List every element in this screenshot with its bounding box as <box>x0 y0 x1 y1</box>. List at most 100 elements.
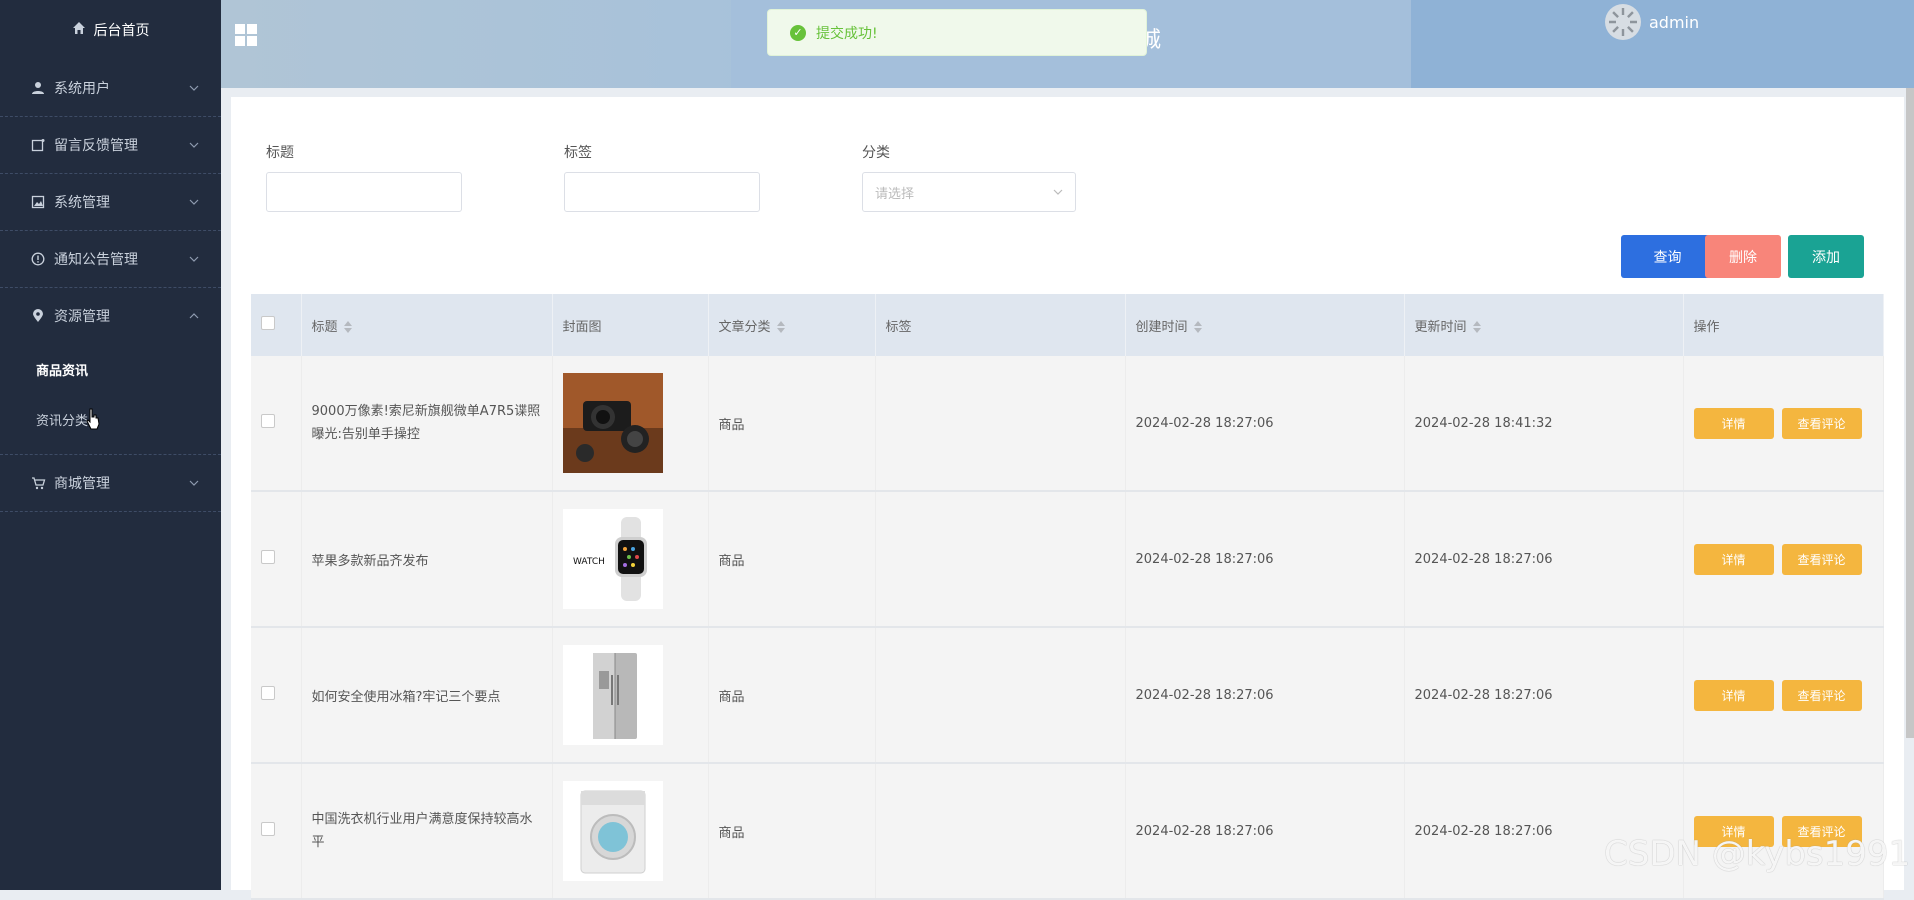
sidebar-submenu-resource: 商品资讯 资讯分类 <box>0 344 221 454</box>
sidebar-subitem-news-category[interactable]: 资讯分类 <box>0 394 221 444</box>
sidebar-item-notice[interactable]: 通知公告管理 <box>0 231 221 287</box>
col-category-label: 文章分类 <box>718 319 771 335</box>
user-menu[interactable]: admin <box>1605 4 1699 40</box>
col-created[interactable]: 创建时间 <box>1125 294 1405 356</box>
view-comments-button[interactable]: 查看评论 <box>1781 543 1862 575</box>
sidebar-item-label: 系统管理 <box>54 195 110 211</box>
row-checkbox[interactable] <box>261 686 275 700</box>
row-updated: 2024-02-28 18:27:06 <box>1404 627 1684 764</box>
select-all-cell[interactable] <box>251 294 302 356</box>
success-toast: ✓ 提交成功! <box>767 9 1147 56</box>
row-actions: 详情 查看评论 <box>1683 491 1884 628</box>
delete-button[interactable]: 删除 <box>1705 235 1781 278</box>
col-title-label: 标题 <box>311 319 338 335</box>
col-tags-label: 标签 <box>885 319 912 335</box>
row-created: 2024-02-28 18:27:06 <box>1125 356 1405 492</box>
chevron-down-icon <box>189 256 199 262</box>
hand-cursor-icon <box>86 408 100 430</box>
select-all-checkbox[interactable] <box>261 316 275 330</box>
camera-image <box>562 373 663 473</box>
table-row: 9000万像素!索尼新旗舰微单A7R5谍照曝光:告别单手操控 商品 2024-0… <box>251 356 1884 492</box>
row-category: 商品 <box>708 763 876 900</box>
row-select-cell[interactable] <box>251 356 302 492</box>
row-cover <box>552 763 709 900</box>
row-title: 如何安全使用冰箱?牢记三个要点 <box>301 627 553 764</box>
category-placeholder: 请选择 <box>875 186 915 202</box>
detail-button[interactable]: 详情 <box>1693 407 1774 439</box>
sort-icon[interactable] <box>343 321 352 333</box>
row-category: 商品 <box>708 356 876 492</box>
sidebar-home[interactable]: 后台首页 <box>0 0 221 60</box>
chevron-down-icon <box>189 199 199 205</box>
sidebar-group-feedback: 留言反馈管理 <box>0 117 221 174</box>
row-checkbox[interactable] <box>261 414 275 428</box>
view-comments-button[interactable]: 查看评论 <box>1781 407 1862 439</box>
sort-icon[interactable] <box>1193 321 1202 333</box>
sidebar-item-label: 留言反馈管理 <box>54 138 138 154</box>
sidebar-item-feedback[interactable]: 留言反馈管理 <box>0 117 221 173</box>
row-checkbox[interactable] <box>261 550 275 564</box>
sidebar-home-label: 后台首页 <box>93 23 150 39</box>
sidebar-item-mall[interactable]: 商城管理 <box>0 455 221 511</box>
col-title[interactable]: 标题 <box>301 294 553 356</box>
row-updated: 2024-02-28 18:41:32 <box>1404 356 1684 492</box>
user-icon <box>30 80 46 96</box>
tag-input[interactable] <box>564 172 760 212</box>
sidebar-item-label: 系统用户 <box>54 81 110 97</box>
col-category[interactable]: 文章分类 <box>708 294 876 356</box>
row-select-cell[interactable] <box>251 627 302 764</box>
sidebar-item-label: 资源管理 <box>54 309 110 325</box>
title-input[interactable] <box>266 172 462 212</box>
message-icon <box>30 137 46 153</box>
col-updated[interactable]: 更新时间 <box>1404 294 1684 356</box>
sidebar-item-system-users[interactable]: 系统用户 <box>0 60 221 116</box>
page-scrollbar[interactable] <box>1906 88 1914 738</box>
tag-filter-label: 标签 <box>564 145 592 161</box>
username: admin <box>1649 12 1700 32</box>
sidebar-item-resource[interactable]: 资源管理 <box>0 288 221 344</box>
row-cover <box>552 356 709 492</box>
picture-icon <box>30 194 46 210</box>
category-filter-label: 分类 <box>862 145 890 161</box>
sidebar-item-label: 商城管理 <box>54 476 110 492</box>
view-comments-button[interactable]: 查看评论 <box>1781 679 1862 711</box>
svg-text:WATCH: WATCH <box>573 557 605 567</box>
table-header-row: 标题 封面图 文章分类 标签 创建时间 更新时间 操作 <box>251 294 1884 356</box>
sort-icon[interactable] <box>1472 321 1481 333</box>
row-title: 中国洗衣机行业用户满意度保持较高水平 <box>301 763 553 900</box>
col-actions-label: 操作 <box>1693 319 1720 335</box>
col-cover: 封面图 <box>552 294 709 356</box>
row-tags <box>875 627 1126 764</box>
row-tags <box>875 491 1126 628</box>
avatar <box>1605 4 1641 40</box>
col-cover-label: 封面图 <box>562 319 602 335</box>
col-tags: 标签 <box>875 294 1126 356</box>
menu-grid-icon[interactable] <box>235 24 257 46</box>
row-select-cell[interactable] <box>251 763 302 900</box>
row-select-cell[interactable] <box>251 491 302 628</box>
row-category: 商品 <box>708 491 876 628</box>
toast-message: 提交成功! <box>816 25 878 42</box>
sidebar-subitem-product-news[interactable]: 商品资讯 <box>0 344 221 394</box>
row-cover <box>552 627 709 764</box>
sidebar-group-mall: 商城管理 <box>0 455 221 512</box>
sidebar-group-system: 系统管理 <box>0 174 221 231</box>
row-updated: 2024-02-28 18:27:06 <box>1404 763 1684 900</box>
row-cover: WATCH <box>552 491 709 628</box>
detail-button[interactable]: 详情 <box>1693 543 1774 575</box>
chevron-up-icon <box>189 313 199 319</box>
row-created: 2024-02-28 18:27:06 <box>1125 491 1405 628</box>
category-select[interactable]: 请选择 <box>862 172 1076 212</box>
row-updated: 2024-02-28 18:27:06 <box>1404 491 1684 628</box>
row-checkbox[interactable] <box>261 822 275 836</box>
sidebar: 后台首页 系统用户 留言反馈管理 系统管理 通知公告管理 资源管理 商品资讯 资… <box>0 0 221 890</box>
sort-icon[interactable] <box>776 321 785 333</box>
add-button[interactable]: 添加 <box>1788 235 1864 278</box>
news-table: 标题 封面图 文章分类 标签 创建时间 更新时间 操作 9000万像素!索尼新旗… <box>251 294 1884 900</box>
home-icon <box>72 21 86 39</box>
row-actions: 详情 查看评论 <box>1683 627 1884 764</box>
sidebar-item-system-manage[interactable]: 系统管理 <box>0 174 221 230</box>
col-actions: 操作 <box>1683 294 1884 356</box>
detail-button[interactable]: 详情 <box>1693 679 1774 711</box>
query-button[interactable]: 查询 <box>1621 235 1714 278</box>
